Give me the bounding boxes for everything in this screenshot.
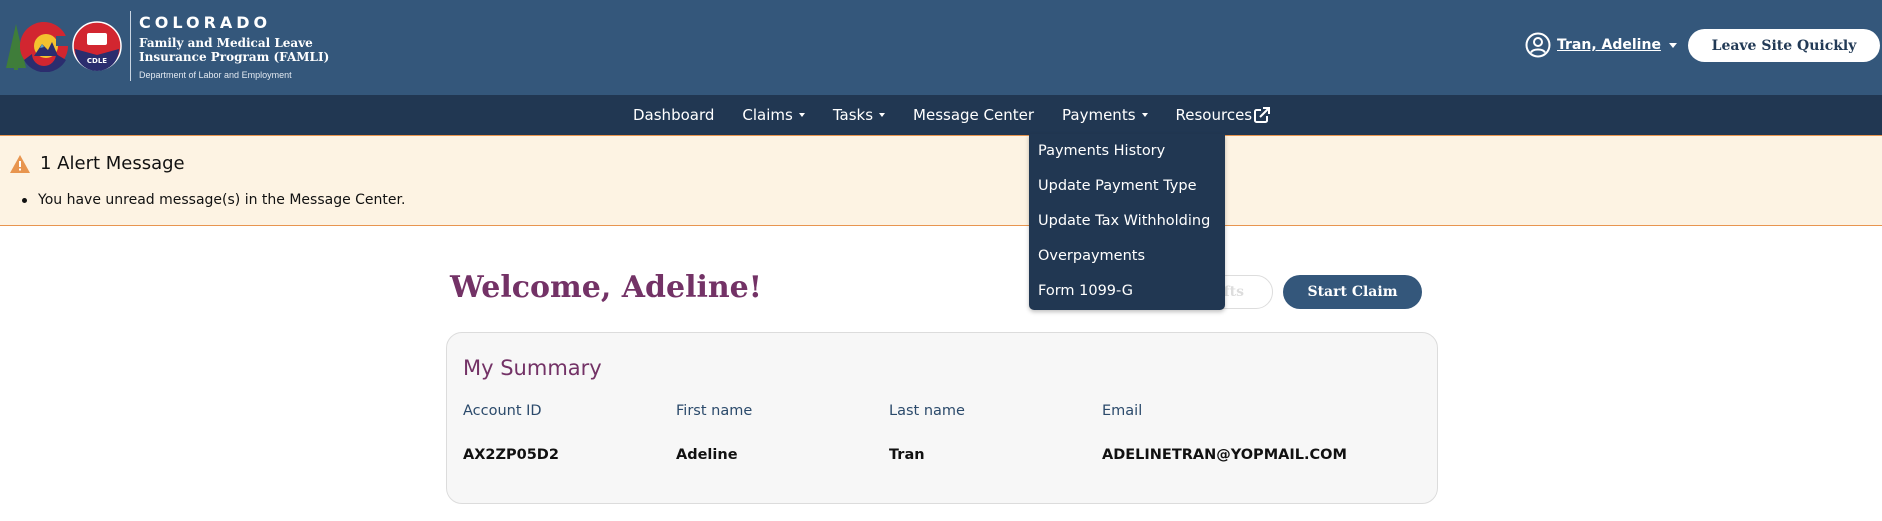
menu-item-form-1099g[interactable]: Form 1099-G: [1029, 274, 1225, 309]
welcome-heading: Welcome, Adeline!: [450, 270, 762, 305]
nav-claims[interactable]: Claims: [742, 106, 805, 124]
user-circle-icon: [1525, 32, 1551, 58]
nav-payments[interactable]: Payments: [1062, 106, 1148, 124]
logo-department: Department of Labor and Employment: [139, 69, 292, 80]
menu-item-update-tax-withholding[interactable]: Update Tax Withholding: [1029, 204, 1225, 239]
account-id-field: Account ID AX2ZP05D2: [463, 403, 559, 463]
menu-item-payments-history[interactable]: Payments History: [1029, 134, 1225, 169]
first-name-field: First name Adeline: [676, 403, 752, 463]
field-label: First name: [676, 403, 753, 419]
field-value: Tran: [889, 447, 925, 463]
logo-text: COLORADO Family and Medical Leave Insura…: [139, 13, 329, 80]
nav-resources[interactable]: Resources: [1176, 106, 1271, 124]
field-value: Adeline: [676, 447, 738, 463]
start-claim-button[interactable]: Start Claim: [1283, 275, 1422, 309]
cdle-seal-icon: CDLE: [72, 21, 122, 71]
field-label: Last name: [889, 403, 965, 419]
bullet: [22, 197, 27, 203]
email-field: Email ADELINETRAN@YOPMAIL.COM: [1102, 403, 1347, 463]
summary-title: My Summary: [463, 356, 602, 380]
main-nav: Dashboard Claims Tasks Message Center Pa…: [0, 95, 1882, 135]
logo-program-line2: Insurance Program (FAMLI): [139, 49, 330, 64]
famli-logo[interactable]: CDLE COLORADO Family and Medical Leave I…: [4, 10, 329, 82]
logo-state-name: COLORADO: [139, 12, 272, 32]
nav-dashboard[interactable]: Dashboard: [633, 106, 714, 124]
chevron-down-icon: [1141, 113, 1148, 117]
alert-title: 1 Alert Message: [40, 153, 185, 174]
summary-card: My Summary Account ID AX2ZP05D2 First na…: [446, 332, 1438, 504]
nav-message-center-label: Message Center: [913, 106, 1035, 124]
site-header: CDLE COLORADO Family and Medical Leave I…: [0, 0, 1882, 95]
nav-resources-label: Resources: [1175, 106, 1253, 124]
menu-item-overpayments[interactable]: Overpayments: [1029, 239, 1225, 274]
logo-divider: [130, 11, 131, 81]
nav-claims-label: Claims: [742, 106, 793, 124]
nav-tasks-label: Tasks: [832, 106, 874, 124]
alert-message: You have unread message(s) in the Messag…: [22, 192, 405, 208]
nav-message-center[interactable]: Message Center: [913, 106, 1034, 124]
chevron-down-icon: [1668, 42, 1677, 48]
alert-banner: 1 Alert Message You have unread message(…: [0, 135, 1882, 226]
chevron-down-icon: [879, 113, 886, 117]
payments-dropdown-menu: Payments History Update Payment Type Upd…: [1029, 134, 1225, 310]
field-value: ADELINETRAN@YOPMAIL.COM: [1102, 447, 1347, 463]
external-link-icon: [1254, 107, 1271, 123]
user-menu[interactable]: Tran, Adeline: [1525, 32, 1677, 58]
field-value: AX2ZP05D2: [463, 447, 559, 463]
chevron-down-icon: [798, 113, 805, 117]
nav-tasks[interactable]: Tasks: [832, 106, 886, 124]
user-name-link[interactable]: Tran, Adeline: [1557, 37, 1661, 53]
colorado-logo-icon: [6, 22, 70, 72]
field-label: Account ID: [463, 403, 542, 419]
nav-payments-label: Payments: [1062, 106, 1136, 124]
nav-dashboard-label: Dashboard: [633, 106, 715, 124]
warning-icon: [10, 154, 30, 173]
last-name-field: Last name Tran: [889, 403, 965, 463]
svg-text:CDLE: CDLE: [87, 57, 107, 65]
leave-site-quickly-button[interactable]: Leave Site Quickly: [1688, 29, 1880, 62]
alert-message-text: You have unread message(s) in the Messag…: [38, 192, 406, 208]
logo-program-line1: Family and Medical Leave: [139, 35, 313, 50]
menu-item-update-payment-type[interactable]: Update Payment Type: [1029, 169, 1225, 204]
field-label: Email: [1102, 403, 1143, 419]
